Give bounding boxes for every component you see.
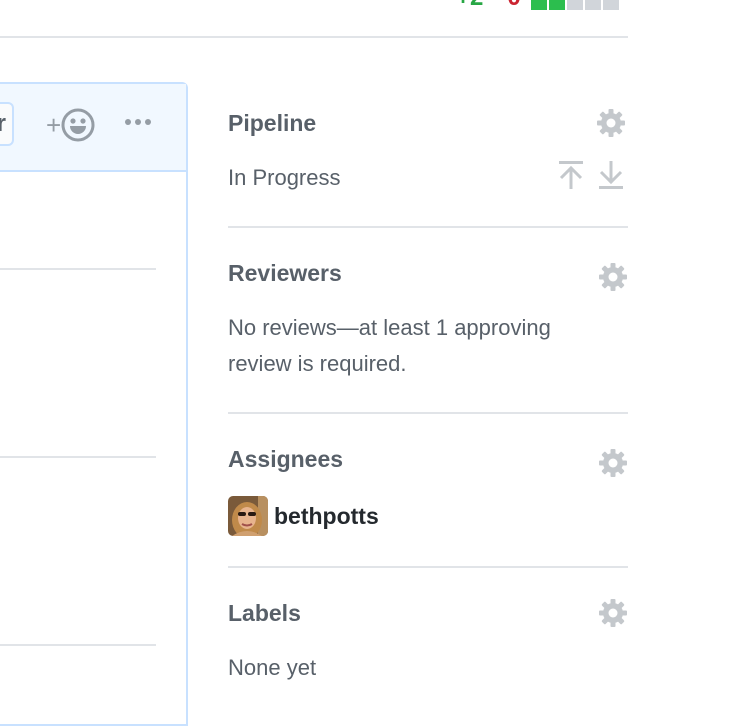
- avatar: [228, 496, 268, 536]
- pipeline-actions: [558, 160, 624, 190]
- assignee-name[interactable]: bethpotts: [274, 503, 379, 530]
- divider: [0, 644, 156, 646]
- diffstat-block: [548, 0, 565, 10]
- divider: [0, 268, 156, 270]
- divider: [0, 456, 156, 458]
- diffstat-block: [602, 0, 619, 10]
- diffstat-block: [566, 0, 583, 10]
- add-reaction-button[interactable]: +: [46, 108, 95, 142]
- diffstat-deletions: −0: [493, 0, 520, 12]
- gear-icon[interactable]: [598, 262, 628, 292]
- diffstat-block: [584, 0, 601, 10]
- comment-header: r +: [0, 84, 186, 172]
- gear-icon[interactable]: [598, 598, 628, 628]
- comment-box: r +: [0, 82, 188, 726]
- diffstat: +2 −0: [456, 0, 619, 11]
- divider: [228, 566, 628, 568]
- divider: [0, 36, 628, 38]
- move-to-bottom-icon[interactable]: [598, 160, 624, 190]
- diffstat-additions: +2: [456, 0, 483, 12]
- labels-text: None yet: [228, 655, 317, 680]
- divider: [228, 226, 628, 228]
- diffstat-block: [530, 0, 547, 10]
- move-to-top-icon[interactable]: [558, 160, 584, 190]
- gear-icon[interactable]: [596, 108, 626, 138]
- reviewers-text: No reviews—at least 1 approving review i…: [228, 315, 551, 376]
- assignees-title[interactable]: Assignees: [228, 446, 343, 473]
- reaction-plus: +: [46, 110, 62, 140]
- gear-icon[interactable]: [598, 448, 628, 478]
- labels-title[interactable]: Labels: [228, 600, 301, 627]
- smiley-icon: [61, 108, 95, 142]
- partial-button[interactable]: r: [0, 102, 14, 146]
- reviewers-title[interactable]: Reviewers: [228, 260, 342, 287]
- more-options-button[interactable]: [124, 114, 154, 132]
- pipeline-title[interactable]: Pipeline: [228, 110, 316, 137]
- kebab-icon: [125, 119, 151, 125]
- divider: [228, 412, 628, 414]
- diffstat-blocks: [530, 0, 619, 10]
- assignee-item[interactable]: bethpotts: [228, 496, 379, 536]
